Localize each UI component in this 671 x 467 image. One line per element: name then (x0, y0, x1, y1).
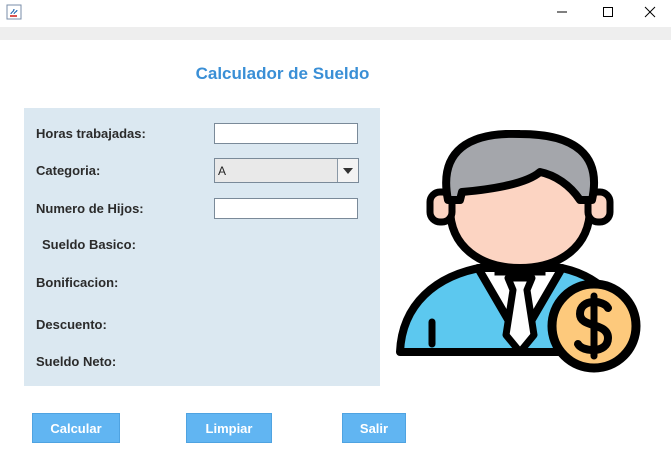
basic-salary-label: Sueldo Basico: (42, 237, 136, 252)
discount-label: Descuento: (36, 317, 107, 332)
net-salary-label: Sueldo Neto: (36, 354, 117, 369)
children-label: Numero de Hijos: (36, 201, 144, 216)
calculate-button[interactable]: Calcular (32, 413, 120, 443)
clear-button[interactable]: Limpiar (186, 413, 272, 443)
tie-shape (502, 274, 538, 356)
employee-salary-icon (396, 130, 641, 373)
java-cup-icon (6, 4, 22, 20)
dropdown-arrow-button[interactable] (337, 159, 358, 182)
menubar-strip (0, 27, 671, 40)
category-select[interactable]: A (214, 158, 359, 183)
bonus-label: Bonificacion: (36, 275, 119, 290)
hours-label: Horas trabajadas: (36, 126, 146, 141)
hours-input[interactable] (214, 123, 358, 144)
close-icon (644, 6, 656, 18)
exit-button[interactable]: Salir (342, 413, 406, 443)
form-panel: Horas trabajadas: Categoria: A Numero de… (24, 108, 380, 386)
maximize-button[interactable] (585, 0, 631, 24)
close-button[interactable] (627, 0, 671, 24)
chevron-down-icon (343, 167, 353, 174)
page-title: Calculador de Sueldo (195, 64, 370, 83)
minimize-icon (557, 11, 567, 13)
minimize-button[interactable] (539, 0, 585, 24)
category-label: Categoria: (36, 163, 101, 178)
children-input[interactable] (214, 198, 358, 219)
category-selected-value: A (218, 164, 227, 178)
maximize-icon (603, 7, 613, 17)
window-titlebar[interactable] (0, 0, 671, 27)
